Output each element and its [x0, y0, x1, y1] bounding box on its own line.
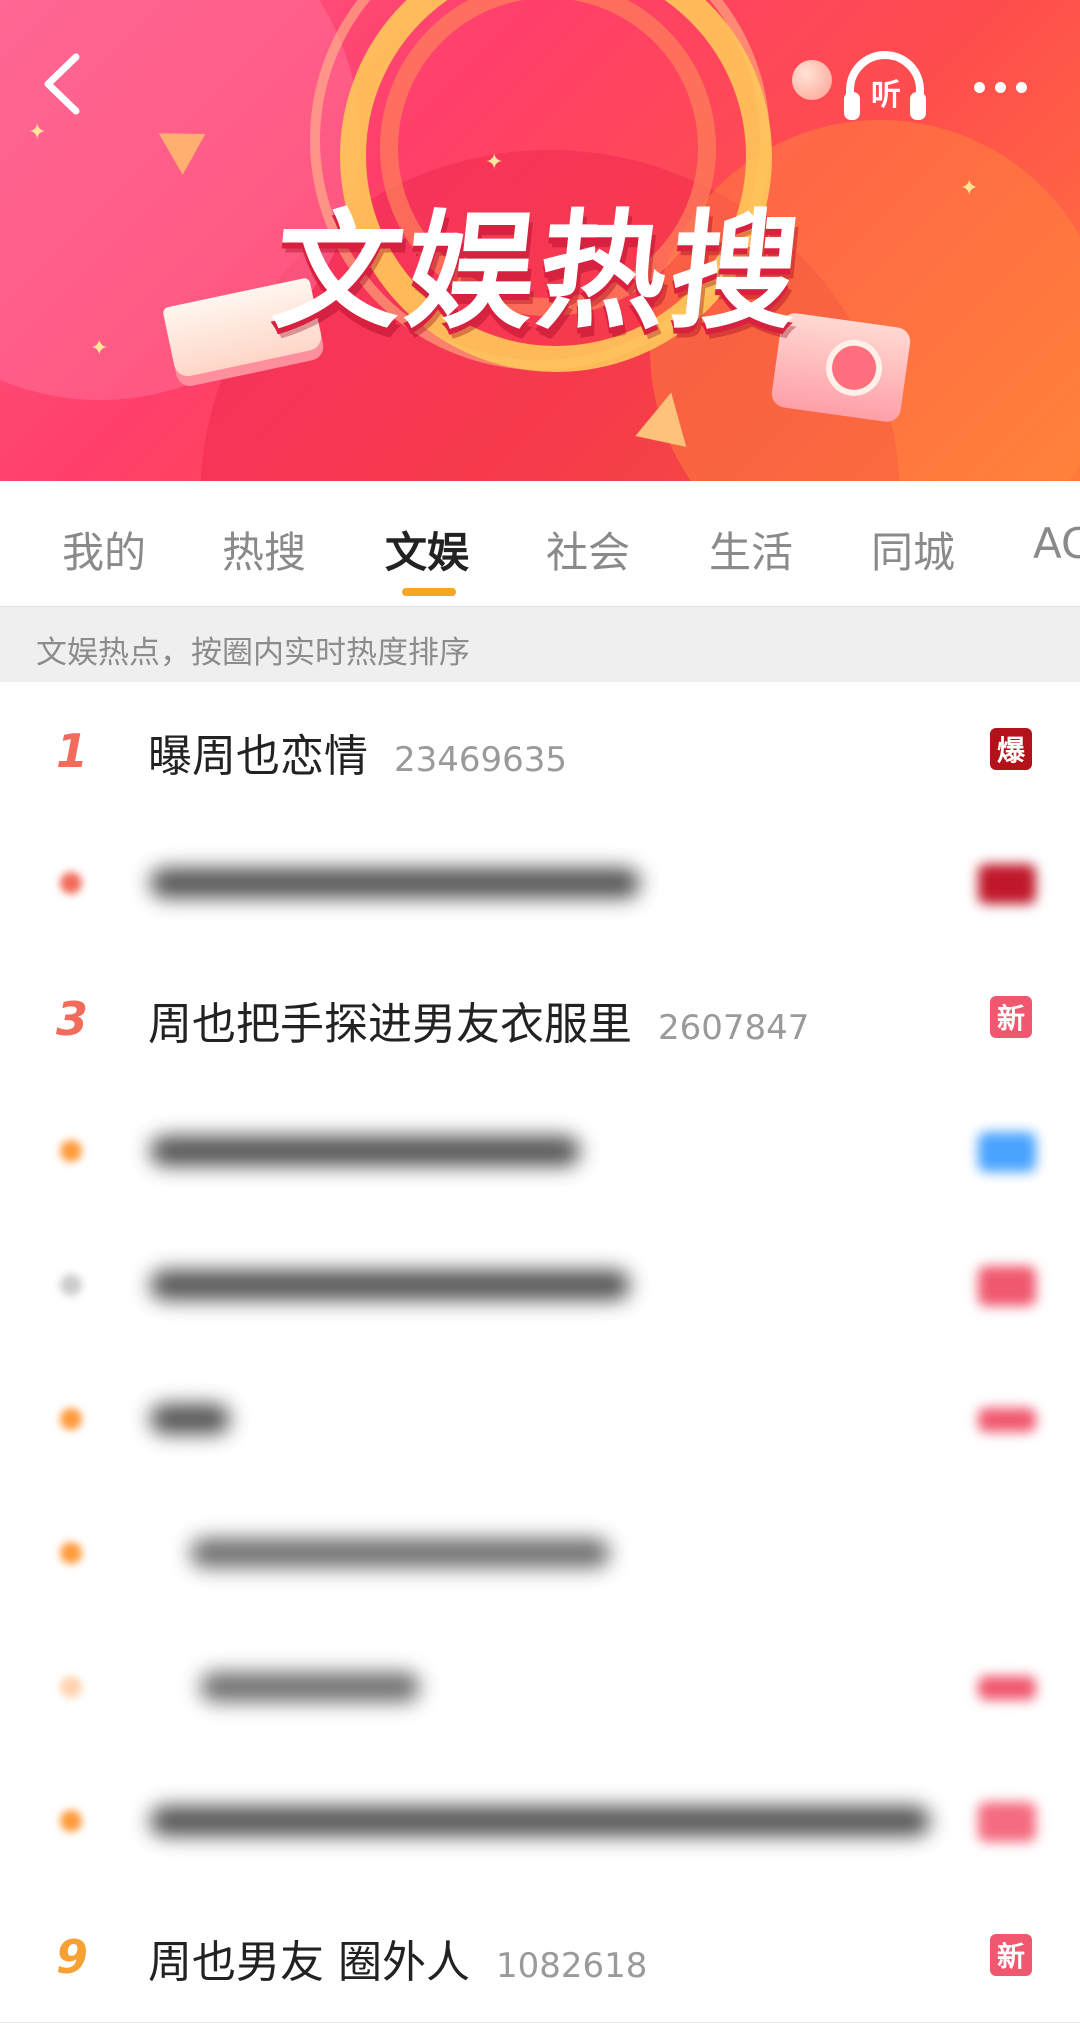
- blurred-title: [190, 1538, 610, 1568]
- back-button[interactable]: [36, 50, 88, 118]
- list-item-blurred[interactable]: [0, 1620, 1080, 1755]
- blurred-rank: [60, 1542, 82, 1564]
- blurred-title: [150, 1136, 580, 1166]
- new-badge: 新: [990, 1934, 1032, 1976]
- tab-life[interactable]: 生活: [709, 519, 793, 580]
- item-title: 曝周也恋情 23469635: [148, 720, 567, 784]
- item-title: 周也把手探进男友衣服里 2607847: [148, 988, 809, 1052]
- sparkle-icon: ✦: [28, 120, 47, 145]
- more-button[interactable]: [960, 62, 1040, 112]
- hot-badge: 爆: [990, 728, 1032, 770]
- header-banner: ✦ ✦ ✦ ✦ 文娱热搜 听: [0, 0, 1080, 481]
- heat-count: 2607847: [658, 1008, 810, 1048]
- list-item-blurred[interactable]: [0, 1486, 1080, 1621]
- blurred-badge: [978, 1266, 1036, 1306]
- item-title-text: 周也把手探进男友衣服里: [148, 999, 632, 1050]
- rank-number: 3: [56, 992, 89, 1046]
- more-dots-icon: [973, 81, 985, 93]
- planet-decoration-icon: [792, 60, 832, 100]
- blurred-badge: [978, 1408, 1036, 1432]
- list-item[interactable]: 1 曝周也恋情 23469635 爆: [0, 682, 1080, 817]
- list-item[interactable]: 3 周也把手探进男友衣服里 2607847 新: [0, 950, 1080, 1085]
- tab-mine[interactable]: 我的: [62, 519, 146, 580]
- blurred-title: [150, 868, 640, 898]
- item-title-text: 周也男友 圈外人: [148, 1937, 470, 1988]
- blurred-title: [150, 1404, 230, 1434]
- list-description-text: 文娱热点，按圈内实时热度排序: [36, 635, 470, 671]
- list-item[interactable]: 9 周也男友 圈外人 1082618 新: [0, 1888, 1080, 2023]
- blurred-badge: [978, 1802, 1036, 1842]
- pyramid-decoration-icon: [635, 387, 697, 447]
- listen-label: 听: [871, 78, 901, 113]
- category-tabs: 我的 热搜 文娱 社会 生活 同城 AC: [0, 481, 1080, 606]
- banner-title: 文娱热搜: [266, 198, 811, 347]
- tab-ac[interactable]: AC: [1033, 519, 1080, 568]
- blurred-title: [200, 1672, 420, 1702]
- new-badge: 新: [990, 996, 1032, 1038]
- heat-count: 1082618: [496, 1946, 648, 1986]
- list-item-blurred[interactable]: [0, 1352, 1080, 1487]
- item-title-text: 曝周也恋情: [148, 731, 368, 782]
- item-title: 周也男友 圈外人 1082618: [148, 1926, 647, 1990]
- blurred-badge: [978, 864, 1036, 904]
- list-item-blurred[interactable]: [0, 1084, 1080, 1219]
- tab-entertainment[interactable]: 文娱: [385, 519, 469, 580]
- list-item-blurred[interactable]: [0, 816, 1080, 951]
- rank-number: 1: [56, 724, 89, 778]
- active-tab-indicator: [402, 588, 456, 596]
- blurred-title: [150, 1270, 630, 1300]
- blurred-badge: [978, 1132, 1036, 1172]
- list-item-blurred[interactable]: [0, 1218, 1080, 1353]
- rank-number: 9: [56, 1930, 89, 1984]
- list-description: 文娱热点，按圈内实时热度排序: [0, 606, 1080, 683]
- blurred-badge: [978, 1676, 1036, 1700]
- blurred-rank: [60, 1810, 82, 1832]
- blurred-rank: [60, 1408, 82, 1430]
- more-dots-icon: [1015, 81, 1027, 93]
- list-item-blurred[interactable]: [0, 1754, 1080, 1889]
- blurred-title: [150, 1806, 930, 1836]
- tab-hot-search[interactable]: 热搜: [222, 519, 306, 580]
- more-dots-icon: [994, 81, 1006, 93]
- blurred-rank: [60, 1140, 82, 1162]
- tab-society[interactable]: 社会: [546, 519, 630, 580]
- back-arrow-icon: [44, 53, 80, 115]
- heat-count: 23469635: [394, 740, 568, 780]
- blurred-rank: [60, 1274, 82, 1296]
- blurred-rank: [60, 1676, 82, 1698]
- tab-local[interactable]: 同城: [871, 519, 955, 580]
- listen-button[interactable]: 听: [840, 50, 930, 122]
- blurred-rank: [60, 872, 82, 894]
